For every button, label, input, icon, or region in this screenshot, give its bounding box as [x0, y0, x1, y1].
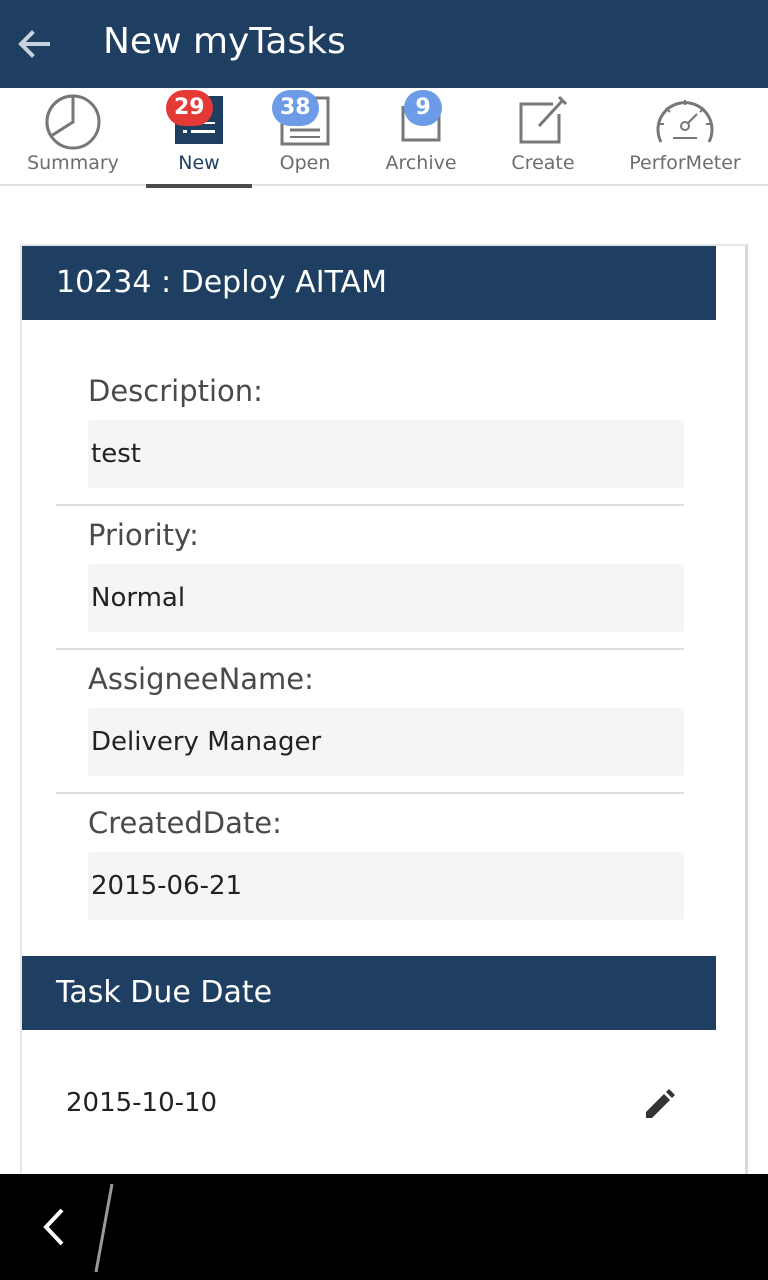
created-date-value: 2015-06-21: [88, 852, 684, 920]
tab-label: New: [178, 152, 220, 174]
tab-label: Summary: [27, 152, 119, 174]
tab-create[interactable]: Create: [498, 88, 588, 186]
tab-archive[interactable]: 9 Archive: [376, 88, 466, 186]
tab-new[interactable]: 29 New: [146, 88, 252, 188]
tab-bar: Summary 29 New 38 Open 9 Archive Create …: [0, 88, 768, 188]
tab-label: Create: [511, 152, 575, 174]
divider: [56, 648, 684, 650]
tab-label: Archive: [385, 152, 457, 174]
field-label: AssigneeName:: [88, 662, 314, 696]
field-label: CreatedDate:: [88, 806, 282, 840]
assignee-value: Delivery Manager: [88, 708, 684, 776]
pie-chart-icon: [43, 92, 103, 156]
task-header: 10234 : Deploy AITAM: [22, 246, 716, 320]
tab-performeter[interactable]: PerforMeter: [626, 88, 744, 186]
task-card: 10234 : Deploy AITAM Description: test P…: [20, 244, 748, 1204]
edit-due-date-button[interactable]: [638, 1086, 678, 1126]
divider: [56, 504, 684, 506]
divider-slash-icon: [88, 1180, 118, 1280]
description-value: test: [88, 420, 684, 488]
back-arrow-icon[interactable]: [14, 24, 54, 64]
active-tab-indicator: [146, 184, 252, 188]
app-bar: New myTasks: [0, 0, 768, 88]
edit-square-icon: [517, 94, 569, 150]
due-date-value: 2015-10-10: [66, 1088, 218, 1118]
tab-summary[interactable]: Summary: [20, 88, 126, 186]
archive-count-badge: 9: [404, 90, 442, 126]
tab-label: Open: [279, 152, 331, 174]
due-date-header: Task Due Date: [22, 956, 716, 1030]
speedometer-icon: [655, 94, 715, 152]
pencil-icon: [638, 1089, 678, 1130]
open-count-badge: 38: [272, 90, 319, 126]
new-count-badge: 29: [166, 90, 213, 126]
system-back-icon[interactable]: [36, 1204, 72, 1254]
system-nav-bar: [0, 1174, 768, 1280]
field-label: Description:: [88, 374, 263, 408]
page-title: New myTasks: [103, 21, 346, 62]
field-label: Priority:: [88, 518, 199, 552]
divider: [56, 792, 684, 794]
priority-value: Normal: [88, 564, 684, 632]
tab-open[interactable]: 38 Open: [262, 88, 348, 186]
tab-label: PerforMeter: [629, 152, 741, 174]
